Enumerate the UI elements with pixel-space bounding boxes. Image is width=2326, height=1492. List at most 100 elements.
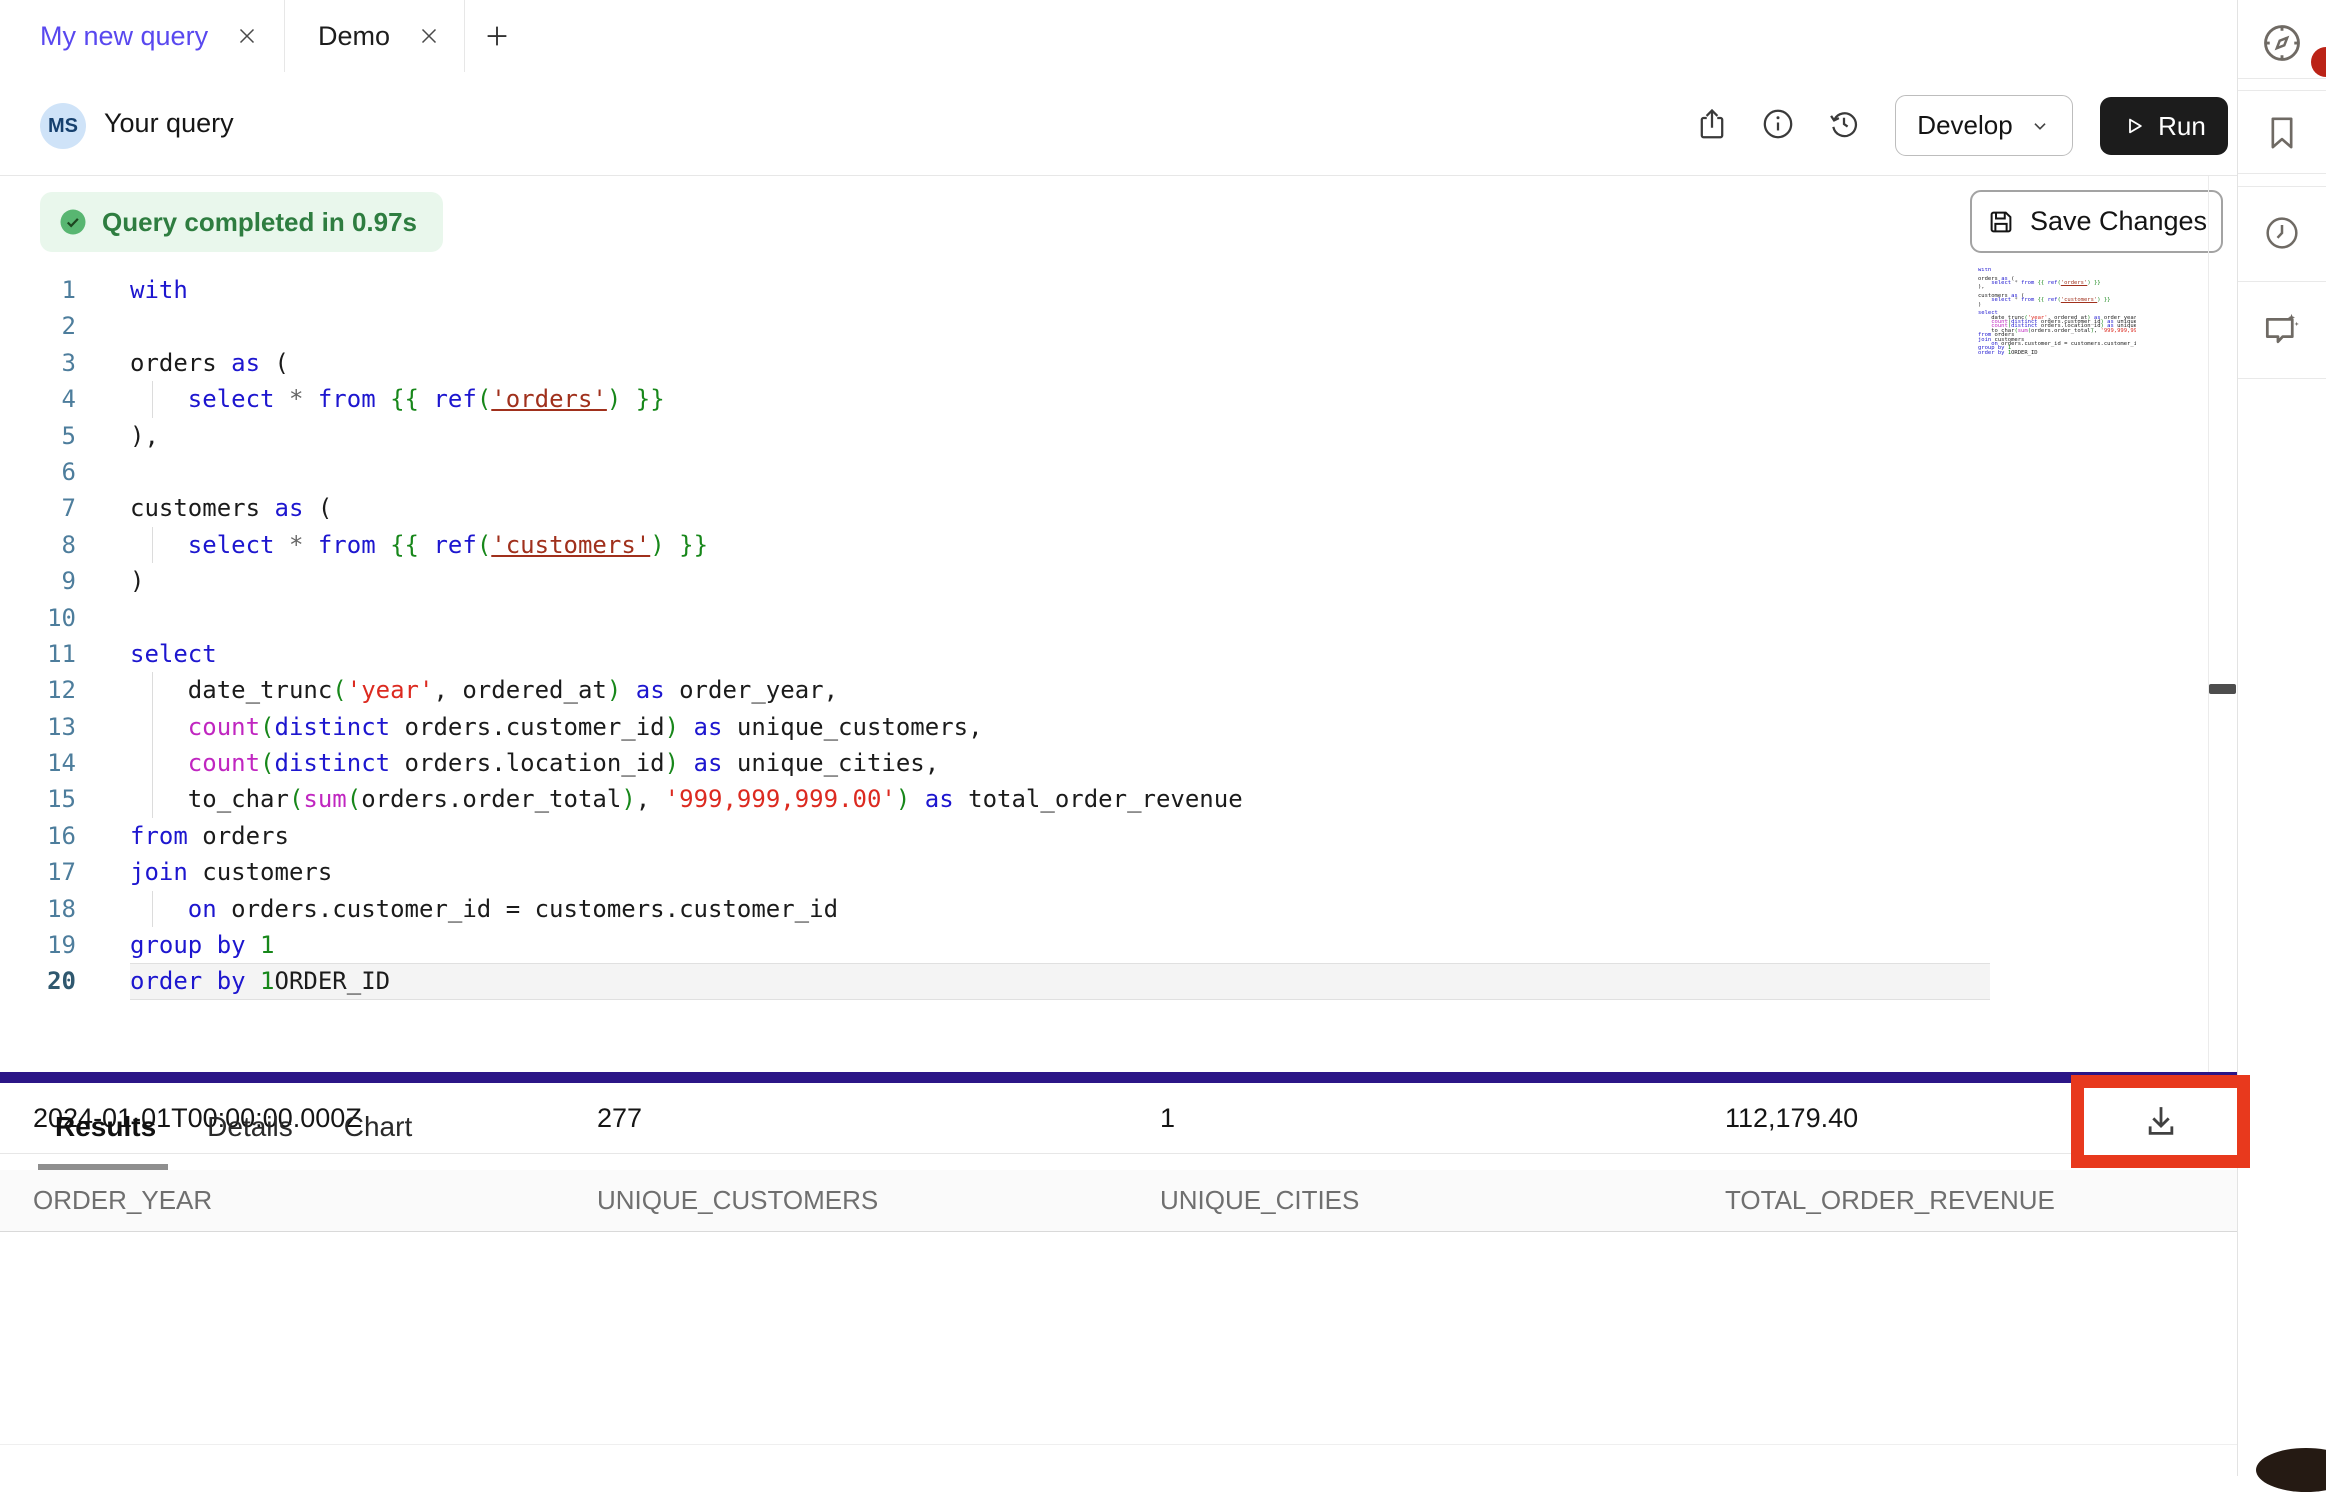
close-icon[interactable] bbox=[416, 23, 442, 49]
bookmark-icon bbox=[2262, 113, 2302, 153]
version-history-button[interactable] bbox=[1822, 72, 1866, 175]
line-number: 18 bbox=[0, 891, 76, 927]
sidebar-divider bbox=[2238, 90, 2326, 91]
chevron-down-icon bbox=[2029, 115, 2051, 137]
line-number: 10 bbox=[0, 600, 76, 636]
code-text: to_char(sum(orders.order_total), '999,99… bbox=[130, 781, 1990, 817]
line-number: 5 bbox=[0, 418, 76, 454]
query-header: MS Your query Develop Run bbox=[0, 72, 2237, 176]
info-button[interactable] bbox=[1756, 72, 1800, 175]
column-header: UNIQUE_CUSTOMERS bbox=[597, 1185, 1160, 1216]
check-circle-icon bbox=[58, 207, 88, 237]
code-line: 16from orders bbox=[0, 818, 2237, 854]
line-number: 12 bbox=[0, 672, 76, 708]
code-line: 10 bbox=[0, 600, 2237, 636]
code-text bbox=[130, 308, 1990, 344]
code-line: 4 select * from {{ ref('orders') }} bbox=[0, 381, 2237, 417]
tab-chart[interactable]: Chart bbox=[344, 1111, 412, 1143]
editor-scroll-thumb[interactable] bbox=[2209, 684, 2236, 694]
sql-editor: Query completed in 0.97s Save Changes 1w… bbox=[0, 176, 2237, 1072]
line-number: 8 bbox=[0, 527, 76, 563]
tab-details[interactable]: Details bbox=[207, 1111, 293, 1143]
code-line: 15 to_char(sum(orders.order_total), '999… bbox=[0, 781, 2237, 817]
avatar: MS bbox=[40, 103, 86, 149]
editor-minimap[interactable]: withorders as ( select * from {{ ref('or… bbox=[1978, 268, 2136, 358]
code-text: date_trunc('year', ordered_at) as order_… bbox=[130, 672, 1990, 708]
clock-icon bbox=[2262, 213, 2302, 253]
code-line: 11select bbox=[0, 636, 2237, 672]
run-label: Run bbox=[2158, 111, 2206, 142]
run-button[interactable]: Run bbox=[2100, 97, 2228, 155]
share-button[interactable] bbox=[1690, 72, 1734, 175]
close-icon[interactable] bbox=[234, 23, 260, 49]
minimap-line: order by 1ORDER_ID bbox=[1978, 351, 2136, 355]
bookmarks-button[interactable] bbox=[2262, 113, 2302, 153]
line-number: 1 bbox=[0, 272, 76, 308]
save-changes-button[interactable]: Save Changes bbox=[1970, 190, 2223, 253]
code-text: on orders.customer_id = customers.custom… bbox=[130, 891, 1990, 927]
new-tab-button[interactable] bbox=[465, 0, 529, 72]
right-sidebar bbox=[2237, 0, 2326, 1476]
develop-label: Develop bbox=[1917, 110, 2012, 141]
line-number: 15 bbox=[0, 781, 76, 817]
tab-demo[interactable]: Demo bbox=[285, 0, 465, 72]
code-line: 19 group by 1 bbox=[0, 927, 2237, 963]
ai-assistant-button[interactable] bbox=[2260, 308, 2304, 352]
tab-my-new-query[interactable]: My new query bbox=[0, 0, 285, 72]
save-changes-label: Save Changes bbox=[2030, 206, 2207, 237]
code-line: 7customers as ( bbox=[0, 490, 2237, 526]
column-header: ORDER_YEAR bbox=[33, 1185, 597, 1216]
status-message: Query completed in 0.97s bbox=[102, 207, 417, 238]
develop-dropdown[interactable]: Develop bbox=[1895, 95, 2073, 156]
code-text: customers as ( bbox=[130, 490, 1990, 526]
recording-indicator bbox=[2311, 47, 2326, 77]
plus-icon bbox=[482, 21, 512, 51]
code-line: 12 date_trunc('year', ordered_at) as ord… bbox=[0, 672, 2237, 708]
download-button-highlight bbox=[2071, 1075, 2250, 1168]
sidebar-divider bbox=[2238, 378, 2326, 379]
download-results-button[interactable] bbox=[2140, 1101, 2182, 1143]
panel-divider[interactable] bbox=[0, 1072, 2237, 1083]
code-text: count(distinct orders.customer_id) as un… bbox=[130, 709, 1990, 745]
table-cell: 1 bbox=[1160, 1103, 1725, 1134]
tab-bar: My new query Demo bbox=[0, 0, 2237, 73]
tab-label: Demo bbox=[318, 21, 390, 52]
table-header-row: ORDER_YEARUNIQUE_CUSTOMERSUNIQUE_CITIEST… bbox=[0, 1170, 2237, 1232]
line-number: 19 bbox=[0, 927, 76, 963]
version-history-icon bbox=[1826, 106, 1862, 142]
info-icon bbox=[1760, 106, 1796, 142]
play-icon bbox=[2122, 114, 2146, 138]
line-number: 16 bbox=[0, 818, 76, 854]
line-number: 13 bbox=[0, 709, 76, 745]
code-line: 17join customers bbox=[0, 854, 2237, 890]
tab-results[interactable]: Results bbox=[55, 1111, 156, 1143]
results-bottom-divider bbox=[0, 1444, 2237, 1445]
code-line: 18 on orders.customer_id = customers.cus… bbox=[0, 891, 2237, 927]
line-number: 14 bbox=[0, 745, 76, 781]
download-icon bbox=[2140, 1101, 2182, 1143]
compass-icon bbox=[2259, 20, 2305, 66]
code-text: select * from {{ ref('orders') }} bbox=[130, 381, 1990, 417]
save-icon bbox=[1986, 207, 2016, 237]
results-panel: Results Details Chart ORDER_YEARUNIQUE_C… bbox=[0, 1083, 2237, 1476]
results-tab-bar: Results Details Chart bbox=[55, 1083, 412, 1170]
code-line: 14 count(distinct orders.location_id) as… bbox=[0, 745, 2237, 781]
sidebar-divider bbox=[2238, 173, 2326, 174]
status-badge: Query completed in 0.97s bbox=[40, 192, 443, 252]
code-line: 8 select * from {{ ref('customers') }} bbox=[0, 527, 2237, 563]
code-line: 13 count(distinct orders.customer_id) as… bbox=[0, 709, 2237, 745]
code-text bbox=[130, 600, 1990, 636]
code-text: group by 1 bbox=[130, 927, 1990, 963]
code-text: order by 1ORDER_ID bbox=[130, 963, 1990, 999]
code-line: 3orders as ( bbox=[0, 345, 2237, 381]
sidebar-divider bbox=[2238, 281, 2326, 282]
code-lines[interactable]: 1with23orders as (4 select * from {{ ref… bbox=[0, 272, 2237, 1000]
explore-button[interactable] bbox=[2259, 20, 2305, 66]
code-text: count(distinct orders.location_id) as un… bbox=[130, 745, 1990, 781]
column-header: UNIQUE_CITIES bbox=[1160, 1185, 1725, 1216]
history-button[interactable] bbox=[2262, 213, 2302, 253]
ai-chat-icon bbox=[2260, 308, 2304, 352]
column-header: TOTAL_ORDER_REVENUE bbox=[1725, 1185, 2237, 1216]
code-text: select bbox=[130, 636, 1990, 672]
line-number: 2 bbox=[0, 308, 76, 344]
